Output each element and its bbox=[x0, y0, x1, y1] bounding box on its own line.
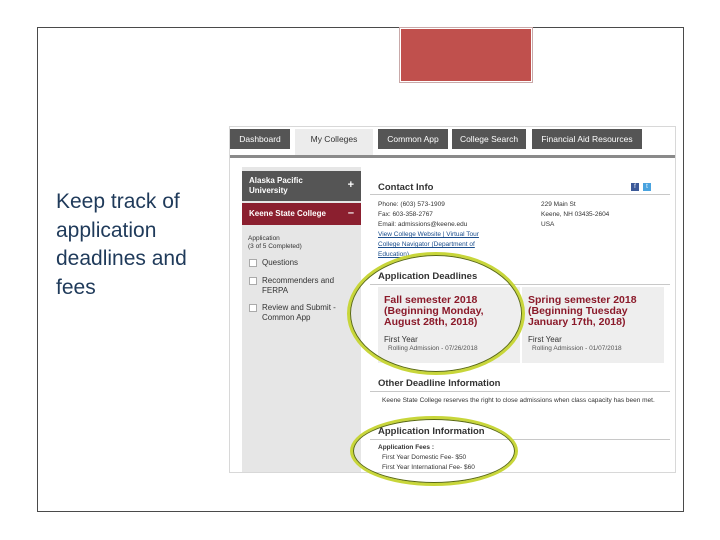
sidebar-item-review-submit[interactable]: Review and Submit - Common App bbox=[262, 303, 346, 323]
tab-dashboard[interactable]: Dashboard bbox=[230, 129, 290, 149]
deadline-type: First Year bbox=[528, 335, 562, 344]
checkbox-icon[interactable] bbox=[249, 259, 257, 267]
address-line3: USA bbox=[541, 221, 555, 228]
sidebar: Alaska Pacific University + Keene State … bbox=[242, 167, 361, 472]
contact-heading: Contact Info bbox=[378, 182, 434, 193]
sidebar-college-keene[interactable]: Keene State College – bbox=[242, 203, 361, 225]
deadline-highlight-outline bbox=[350, 255, 522, 372]
top-nav: Dashboard My Colleges Common App College… bbox=[230, 127, 675, 157]
divider bbox=[370, 194, 670, 195]
collapse-icon[interactable]: – bbox=[348, 207, 354, 219]
address-line2: Keene, NH 03435-2604 bbox=[541, 211, 610, 218]
deadline-card-spring: Spring semester 2018 (Beginning Tuesday … bbox=[522, 287, 664, 363]
contact-phone: Phone: (603) 573-1909 bbox=[378, 201, 445, 208]
nav-divider bbox=[230, 155, 675, 158]
application-heading-text: Application bbox=[248, 235, 280, 242]
sidebar-college-label: Keene State College bbox=[249, 209, 326, 218]
fees-highlight-outline bbox=[353, 419, 515, 483]
facebook-icon[interactable]: f bbox=[631, 183, 639, 191]
sidebar-college-label: Alaska Pacific University bbox=[249, 176, 303, 195]
college-links[interactable]: View College Website | Virtual Tour bbox=[378, 231, 479, 239]
sidebar-item-questions[interactable]: Questions bbox=[262, 258, 352, 268]
contact-email: Email: admissions@keene.edu bbox=[378, 221, 468, 228]
tab-financial-aid[interactable]: Financial Aid Resources bbox=[532, 129, 642, 149]
other-deadline-text: Keene State College reserves the right t… bbox=[382, 397, 655, 404]
tab-college-search[interactable]: College Search bbox=[452, 129, 526, 149]
application-progress: (3 of 5 Completed) bbox=[248, 243, 302, 250]
tab-my-colleges[interactable]: My Colleges bbox=[295, 129, 373, 157]
deadline-rule: Rolling Admission - 01/07/2018 bbox=[532, 345, 622, 352]
tab-common-app[interactable]: Common App bbox=[378, 129, 448, 149]
slide-accent-bar bbox=[400, 28, 532, 82]
sidebar-item-recommenders[interactable]: Recommenders and FERPA bbox=[262, 276, 346, 296]
sidebar-college-alaska[interactable]: Alaska Pacific University + bbox=[242, 171, 361, 201]
divider bbox=[370, 391, 670, 392]
checkbox-icon[interactable] bbox=[249, 277, 257, 285]
expand-icon[interactable]: + bbox=[348, 179, 354, 191]
address-line1: 229 Main St bbox=[541, 201, 576, 208]
slide-caption: Keep track of application deadlines and … bbox=[56, 190, 187, 299]
college-navigator-link[interactable]: College Navigator (Department of bbox=[378, 241, 475, 249]
deadline-term: Spring semester 2018 (Beginning Tuesday … bbox=[528, 294, 637, 328]
application-heading: Application (3 of 5 Completed) bbox=[248, 235, 302, 251]
checkbox-icon[interactable] bbox=[249, 304, 257, 312]
other-deadline-heading: Other Deadline Information bbox=[378, 378, 501, 389]
contact-fax: Fax: 603-358-2767 bbox=[378, 211, 433, 218]
twitter-icon[interactable]: t bbox=[643, 183, 651, 191]
